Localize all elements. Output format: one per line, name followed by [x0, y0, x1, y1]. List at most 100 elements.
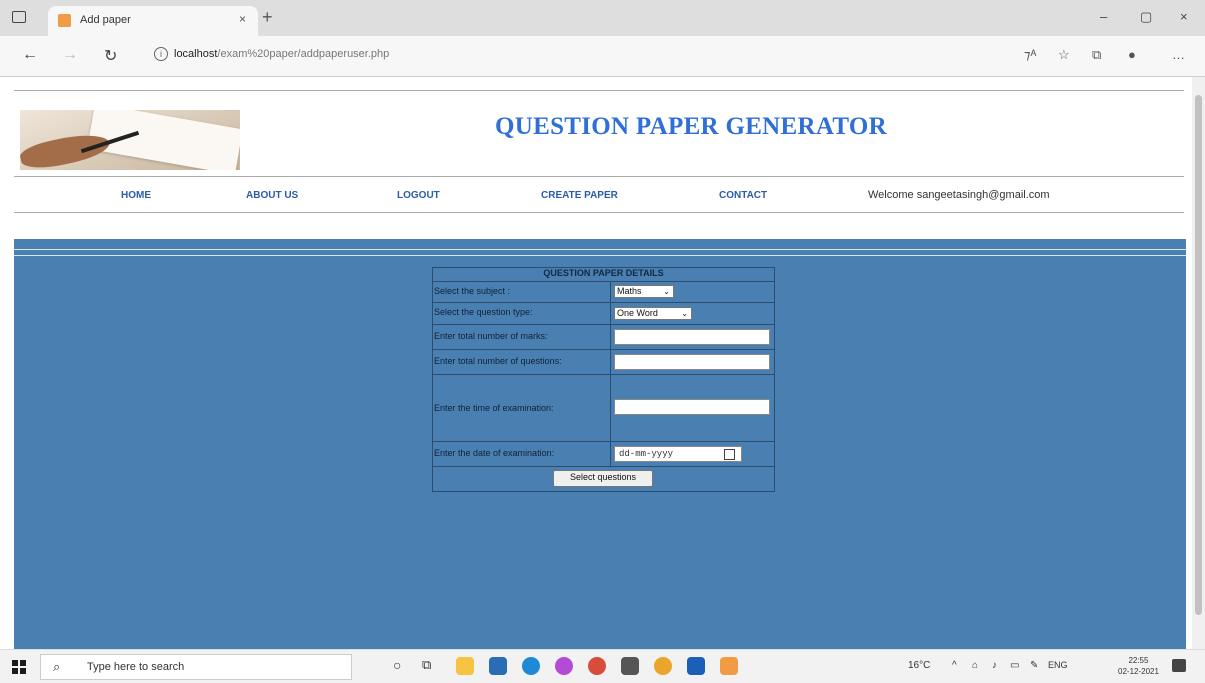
site-info-icon[interactable]: i — [154, 47, 168, 61]
time-row: Enter the time of examination: — [433, 375, 774, 442]
browser-tab-bar: Add paper × + – ▢ × — [0, 0, 1205, 36]
welcome-text: Welcome sangeetasingh@gmail.com — [868, 189, 1050, 201]
calendar-icon[interactable] — [724, 449, 735, 460]
minimize-button[interactable]: – — [1100, 9, 1107, 24]
nav-about-us[interactable]: ABOUT US — [246, 190, 298, 201]
subject-select[interactable]: Maths ⌄ — [614, 285, 674, 298]
cell-divider — [610, 325, 611, 349]
maximize-button[interactable]: ▢ — [1140, 9, 1152, 25]
nav-contact[interactable]: CONTACT — [719, 190, 767, 201]
page-content: QUESTION PAPER GENERATOR HOME ABOUT US L… — [0, 77, 1192, 649]
collections-icon[interactable]: ⧉ — [1092, 47, 1101, 63]
subject-value: Maths — [617, 286, 642, 296]
browser-tab[interactable]: Add paper × — [48, 6, 258, 36]
search-icon: ⌕ — [53, 659, 61, 674]
tray-chevron-icon[interactable]: ^ — [952, 660, 957, 671]
url-host: localhost — [174, 48, 218, 60]
date-placeholder: dd-mm-yyyy — [619, 449, 674, 459]
close-window-button[interactable]: × — [1180, 9, 1188, 24]
back-icon[interactable]: ← — [22, 46, 38, 64]
clock-date: 02-12-2021 — [1118, 667, 1159, 676]
notification-icon[interactable] — [1172, 659, 1186, 672]
volume-icon[interactable]: ♪ — [992, 660, 997, 671]
exam-paper-logo — [20, 110, 240, 170]
subject-row: Select the subject : Maths ⌄ — [433, 282, 774, 303]
app-icon[interactable] — [555, 657, 573, 675]
chevron-down-icon: ⌄ — [663, 287, 670, 296]
network-icon[interactable]: ⌂ — [972, 660, 978, 671]
divider — [14, 176, 1184, 177]
marks-label: Enter total number of marks: — [434, 331, 548, 341]
task-view-icon[interactable]: ⧉ — [422, 657, 431, 673]
clock[interactable]: 22:55 02-12-2021 — [1118, 655, 1159, 677]
page-scrollbar[interactable] — [1192, 77, 1205, 649]
read-aloud-icon[interactable]: ⁊ᴬ — [1024, 47, 1036, 63]
url-path: /exam%20paper/addpaperuser.php — [217, 48, 390, 60]
battery-icon[interactable]: ▭ — [1010, 660, 1019, 671]
marks-input[interactable] — [614, 329, 770, 345]
app-icon[interactable] — [654, 657, 672, 675]
date-label: Enter the date of examination: — [434, 448, 555, 458]
word-icon[interactable] — [687, 657, 705, 675]
divider — [14, 90, 1184, 91]
date-input[interactable]: dd-mm-yyyy — [614, 446, 742, 462]
store-icon[interactable] — [489, 657, 507, 675]
forward-icon[interactable]: → — [62, 46, 78, 64]
nav-logout[interactable]: LOGOUT — [397, 190, 440, 201]
url-field[interactable]: i localhost/exam%20paper/addpaperuser.ph… — [140, 43, 1000, 67]
address-bar: ← → ↻ i localhost/exam%20paper/addpaperu… — [0, 36, 1205, 77]
site-title: QUESTION PAPER GENERATOR — [495, 113, 887, 140]
nav-create-paper[interactable]: CREATE PAPER — [541, 190, 618, 201]
windows-start-icon[interactable] — [12, 660, 26, 674]
favicon-icon — [58, 14, 71, 27]
form-panel: QUESTION PAPER DETAILS Select the subjec… — [14, 239, 1186, 649]
marks-row: Enter total number of marks: — [433, 325, 774, 350]
select-questions-button[interactable]: Select questions — [553, 470, 653, 487]
more-menu-icon[interactable]: … — [1172, 47, 1185, 62]
windows-taskbar: ⌕ Type here to search ○ ⧉ 16°C ^ ⌂ ♪ ▭ ✎… — [0, 649, 1205, 683]
clock-time: 22:55 — [1128, 656, 1149, 665]
submit-row: Select questions — [433, 467, 774, 490]
pen-icon[interactable]: ✎ — [1030, 660, 1038, 671]
taskbar-search[interactable]: ⌕ Type here to search — [40, 654, 352, 680]
paper-details-form: QUESTION PAPER DETAILS Select the subjec… — [432, 267, 775, 492]
xampp-icon[interactable] — [720, 657, 738, 675]
tab-actions-icon[interactable] — [12, 11, 26, 23]
chevron-down-icon: ⌄ — [681, 309, 688, 318]
chrome-icon[interactable] — [588, 657, 606, 675]
cell-divider — [610, 442, 611, 466]
question-type-select[interactable]: One Word ⌄ — [614, 307, 692, 320]
file-explorer-icon[interactable] — [456, 657, 474, 675]
subject-label: Select the subject : — [434, 286, 511, 296]
nav-home[interactable]: HOME — [121, 190, 151, 201]
question-type-value: One Word — [617, 308, 658, 318]
favorite-icon[interactable]: ☆ — [1058, 47, 1070, 63]
questions-row: Enter total number of questions: — [433, 350, 774, 375]
cell-divider — [610, 375, 611, 441]
cortana-icon[interactable]: ○ — [393, 657, 401, 673]
tab-title: Add paper — [80, 14, 131, 26]
questions-label: Enter total number of questions: — [434, 356, 562, 366]
profile-icon[interactable]: ● — [1128, 47, 1136, 62]
cell-divider — [610, 350, 611, 374]
date-row: Enter the date of examination: dd-mm-yyy… — [433, 442, 774, 467]
divider — [14, 255, 1186, 256]
cell-divider — [610, 303, 611, 324]
app-icon[interactable] — [621, 657, 639, 675]
divider — [14, 249, 1186, 250]
tab-close-icon[interactable]: × — [239, 12, 246, 26]
edge-icon[interactable] — [522, 657, 540, 675]
search-placeholder: Type here to search — [87, 661, 185, 673]
scrollbar-thumb[interactable] — [1195, 95, 1202, 615]
time-input[interactable] — [614, 399, 770, 415]
new-tab-button[interactable]: + — [262, 7, 273, 28]
weather-text[interactable]: 16°C — [908, 660, 930, 671]
questions-input[interactable] — [614, 354, 770, 370]
cell-divider — [610, 282, 611, 302]
refresh-icon[interactable]: ↻ — [104, 46, 117, 66]
time-label: Enter the time of examination: — [434, 403, 554, 413]
question-type-row: Select the question type: One Word ⌄ — [433, 303, 774, 325]
divider — [14, 212, 1184, 213]
url-text: localhost/exam%20paper/addpaperuser.php — [174, 48, 389, 60]
language-indicator[interactable]: ENG — [1048, 660, 1068, 670]
